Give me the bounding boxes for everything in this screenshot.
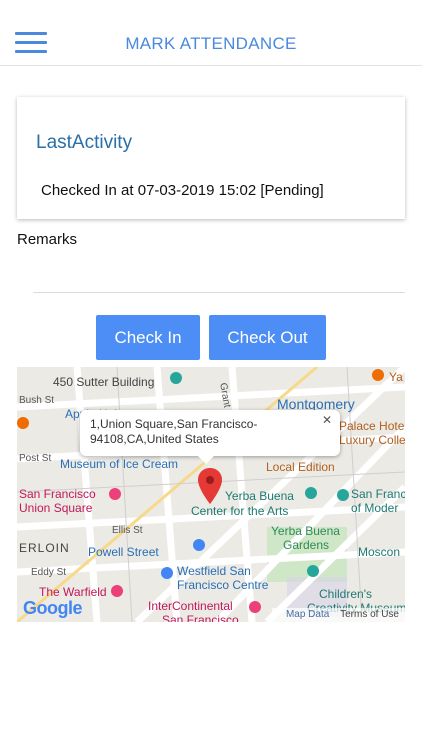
map-label: Westfield San [177,564,251,578]
poi-icon [305,487,317,499]
remarks-label: Remarks [17,231,78,248]
map-label: San Franc [351,487,405,501]
nav-bar: MARK ATTENDANCE [0,20,422,66]
terms-link[interactable]: Terms of Use [340,609,399,620]
map-info-window: 1,Union Square,San Francisco-94108,CA,Un… [80,410,340,464]
last-activity-status: Checked In at 07-03-2019 15:02 [Pending] [41,182,324,199]
poi-icon [307,565,319,577]
status-bar: Carrier 7:16 PM [0,0,422,20]
poi-icon [161,567,173,579]
last-activity-card: LastActivity Checked In at 07-03-2019 15… [17,97,405,219]
map-label: San Francisco [19,487,96,501]
poi-icon [193,539,205,551]
map-label: Moscon [358,545,401,559]
map-label: Francisco Centre [177,578,269,592]
poi-icon [111,585,123,597]
map-label: Gardens [283,538,330,552]
close-icon[interactable]: ✕ [322,413,332,428]
remarks-input-underline[interactable] [33,292,405,293]
info-window-address: 1,Union Square,San Francisco-94108,CA,Un… [90,417,258,446]
last-activity-title: LastActivity [36,132,133,153]
map-label: Children's [319,587,372,601]
map-data-link[interactable]: Map Data [286,609,329,620]
map-label: 450 Sutter Building [53,375,155,389]
poi-icon [109,488,121,500]
map-label: Center for the Arts [191,504,289,518]
check-out-button[interactable]: Check Out [209,315,326,360]
map-label: of Moder [351,501,399,515]
page-title: MARK ATTENDANCE [125,34,297,53]
map-label: Museum of Ice Cream [60,457,179,471]
location-pin-icon[interactable] [198,468,222,504]
map-footer: Map Data Terms of Use [271,608,405,622]
check-in-button[interactable]: Check In [96,315,200,360]
map-label: Yerba Buena [225,489,294,503]
map-label: Local Edition [266,460,335,474]
poi-icon [249,601,261,613]
map-label: Yerba Buena [271,524,340,538]
battery-icon [392,4,414,14]
map-label: Luxury Collec [339,433,405,447]
map-label: Ellis St [112,525,143,536]
map-label: ERLOIN [19,541,70,555]
poi-icon [372,369,384,381]
map-view[interactable]: 450 Sutter Building Bush St Montgomery G… [17,367,405,622]
map-label: Eddy St [31,567,67,578]
google-logo: Google [23,598,83,618]
map-label: Powell Street [88,545,159,559]
map-label: San Francisco [162,613,239,622]
map-label: Ya [389,370,403,384]
poi-icon [17,417,29,429]
map-label: InterContinental [148,599,233,613]
map-label: Union Square [19,501,93,515]
map-label: Palace Hotel [339,419,405,433]
poi-icon [337,489,349,501]
poi-icon [170,372,182,384]
map-label: The Warfield [39,585,107,599]
map-label: Post St [19,453,52,464]
status-time: 7:16 PM [188,3,234,17]
map-label: Bush St [19,395,55,406]
